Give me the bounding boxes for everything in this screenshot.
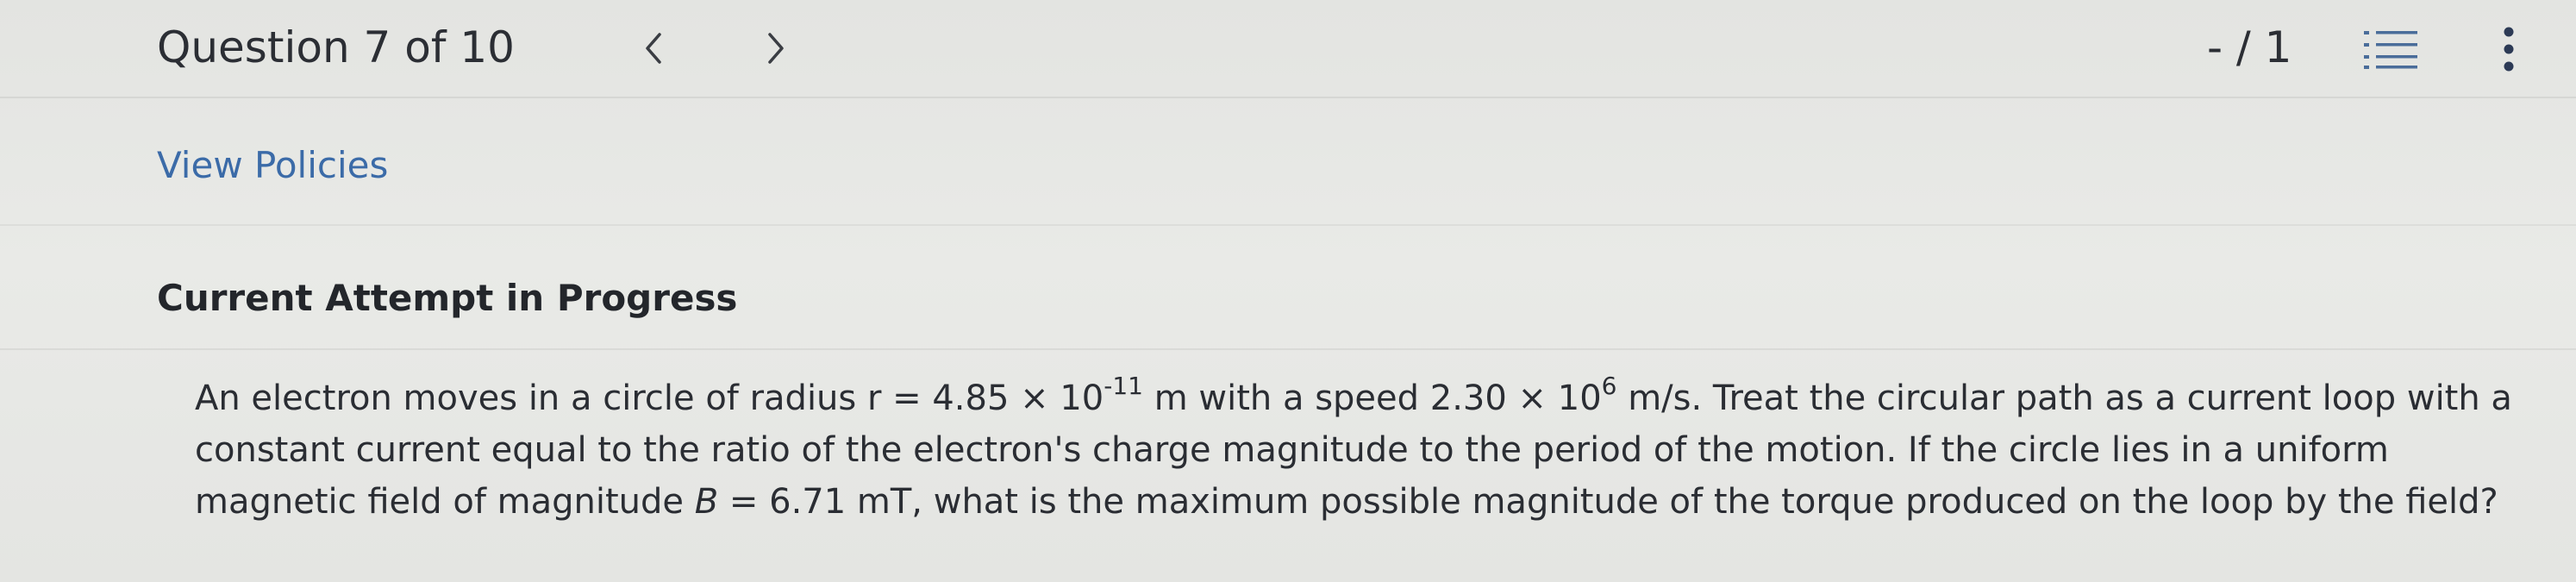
view-policies-link[interactable]: View Policies	[157, 141, 388, 190]
exponent-radius: -11	[1104, 372, 1143, 400]
question-header: Question 7 of 10 - / 1	[0, 0, 2576, 95]
page: Question 7 of 10 - / 1 View Policies Cur…	[0, 0, 2576, 582]
chevron-right-icon	[768, 33, 784, 64]
next-question-button[interactable]	[752, 24, 800, 72]
header-divider	[0, 97, 2576, 98]
question-line-1: An electron moves in a circle of radius …	[195, 372, 2512, 419]
exponent-speed: 6	[1601, 372, 1617, 400]
previous-question-button[interactable]	[629, 24, 678, 72]
question-text: An electron moves in a circle of radius …	[195, 372, 2540, 528]
section-divider	[0, 224, 2576, 226]
question-line-2: constant current equal to the ratio of t…	[195, 430, 2389, 470]
chevron-left-icon	[646, 33, 661, 64]
list-icon	[2364, 31, 2417, 69]
question-line-3: magnetic field of magnitude B = 6.71 mT,…	[195, 482, 2498, 522]
variable-b: B	[694, 482, 719, 522]
attempt-status-heading: Current Attempt in Progress	[157, 277, 738, 319]
score-display: - / 1	[2207, 22, 2292, 72]
more-options-button[interactable]	[2492, 21, 2526, 78]
more-vertical-icon	[2504, 27, 2514, 72]
question-counter: Question 7 of 10	[157, 22, 515, 72]
question-list-button[interactable]	[2360, 26, 2421, 74]
question-divider	[0, 348, 2576, 350]
